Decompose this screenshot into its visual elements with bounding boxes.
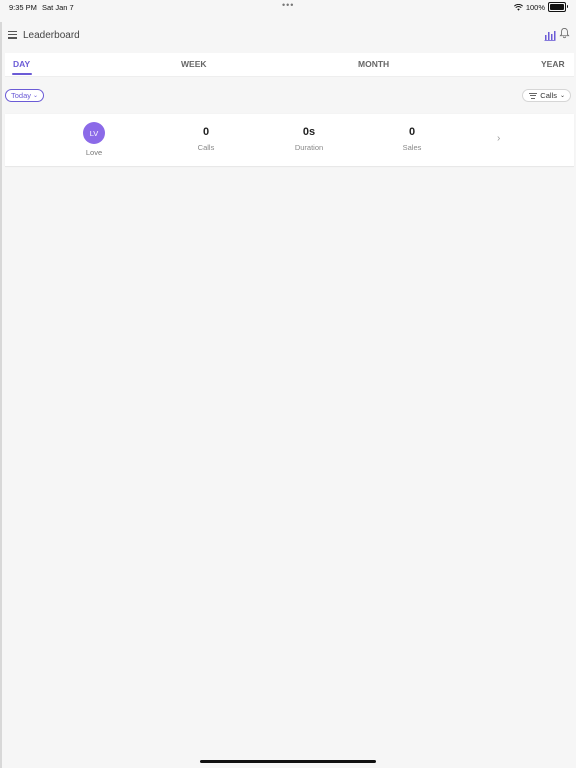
sales-label: Sales: [402, 143, 422, 152]
bar-chart-icon[interactable]: [544, 29, 556, 41]
multitasking-dots[interactable]: •••: [282, 0, 294, 10]
split-view-divider: [0, 22, 2, 768]
duration-stat: 0s Duration: [279, 126, 339, 152]
menu-icon[interactable]: [8, 31, 17, 39]
chevron-down-icon: ⌄: [33, 93, 39, 99]
avatar-initials: LV: [89, 128, 99, 138]
duration-value: 0s: [302, 126, 316, 138]
leaderboard-row[interactable]: LV Love 0 Calls 0s Duration 0 Sales ›: [5, 114, 574, 167]
sort-icon: [529, 92, 538, 99]
status-date: Sat Jan 7: [42, 3, 74, 12]
chevron-right-icon[interactable]: ›: [497, 133, 500, 144]
period-filter-label: Today: [11, 91, 32, 100]
metric-sort-label: Calls: [540, 91, 557, 100]
home-indicator[interactable]: [200, 760, 376, 763]
status-right: 100%: [513, 2, 568, 12]
sales-value: 0: [408, 126, 416, 138]
battery-icon: [548, 2, 568, 12]
metric-sort-dropdown[interactable]: Calls ⌄: [522, 89, 571, 102]
app-header: Leaderboard: [0, 22, 576, 52]
user-name: Love: [85, 148, 103, 157]
tab-month[interactable]: MONTH: [358, 59, 389, 69]
active-tab-indicator: [12, 73, 32, 75]
status-time: 9:35 PM: [9, 3, 37, 12]
bell-icon[interactable]: [559, 27, 570, 39]
tab-year[interactable]: YEAR: [541, 59, 565, 69]
status-bar: 9:35 PM Sat Jan 7 ••• 100%: [0, 0, 576, 14]
page-title: Leaderboard: [23, 30, 80, 41]
tab-week[interactable]: WEEK: [181, 59, 207, 69]
chevron-down-icon: ⌄: [559, 93, 565, 99]
calls-value: 0: [202, 126, 210, 138]
calls-stat: 0 Calls: [176, 126, 236, 152]
period-tabs: DAY WEEK MONTH YEAR: [5, 53, 574, 77]
avatar: LV: [83, 122, 105, 144]
period-filter-dropdown[interactable]: Today ⌄: [5, 89, 45, 102]
tab-day[interactable]: DAY: [13, 59, 30, 69]
duration-label: Duration: [294, 143, 324, 152]
sales-stat: 0 Sales: [382, 126, 442, 152]
wifi-icon: [513, 3, 523, 11]
battery-percent: 100%: [525, 2, 545, 12]
calls-label: Calls: [197, 143, 215, 152]
